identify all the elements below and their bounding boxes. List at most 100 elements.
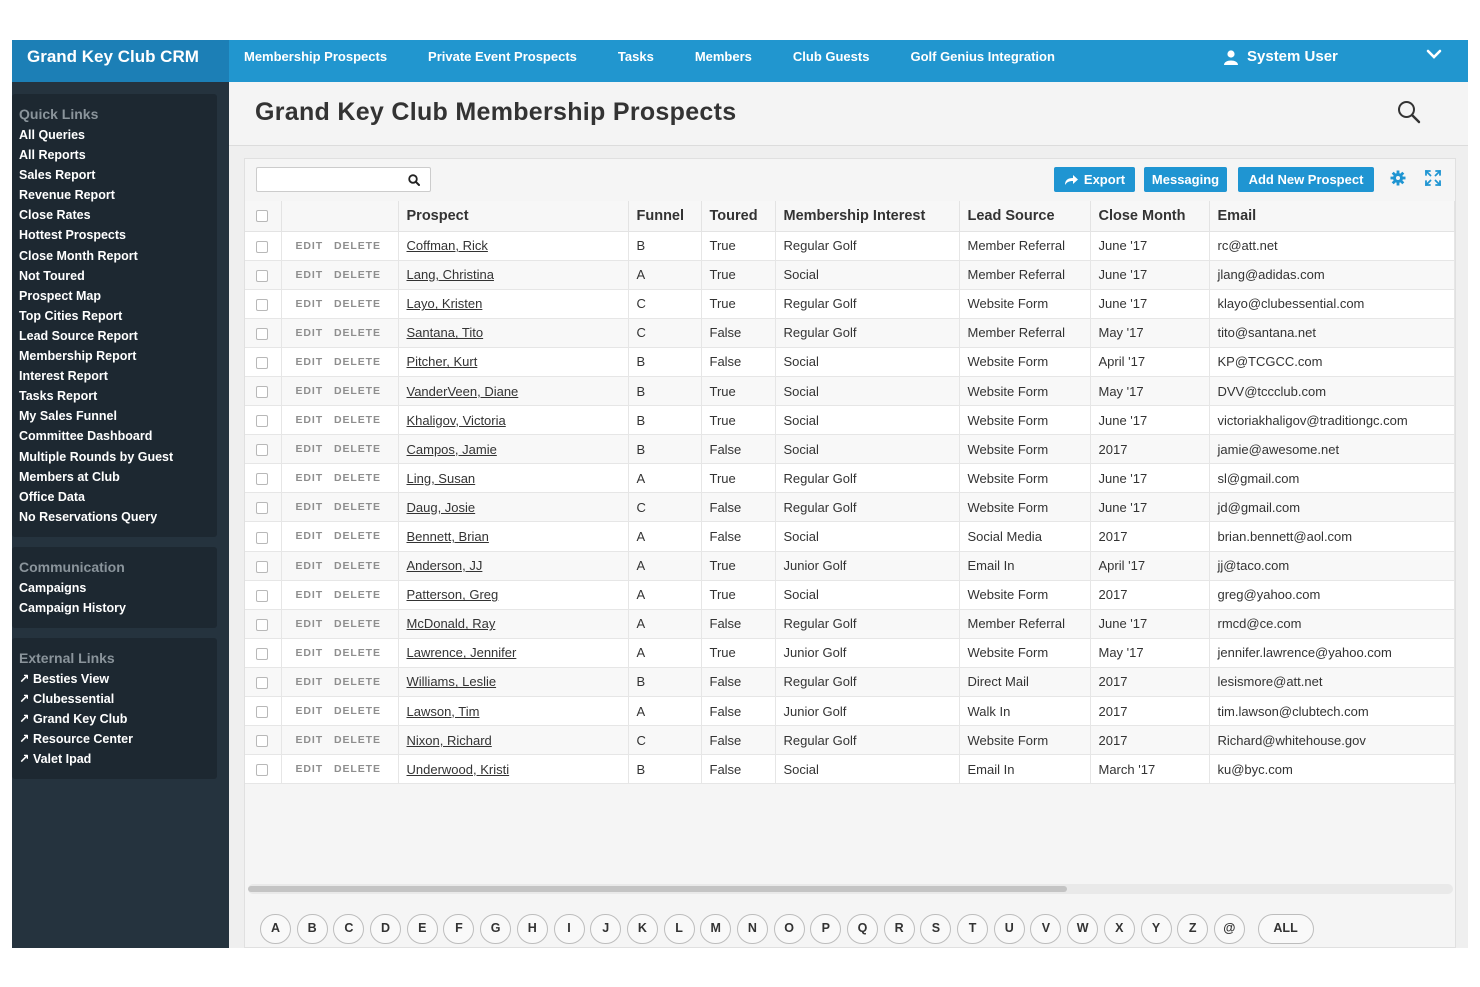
sidebar-link-lead-source-report[interactable]: Lead Source Report [19,326,217,346]
delete-link[interactable]: DELETE [334,240,381,252]
column-header-email[interactable]: Email [1209,201,1455,232]
delete-link[interactable]: DELETE [334,560,381,572]
prospect-name-link[interactable]: Underwood, Kristi [407,762,510,777]
sidebar-link-close-rates[interactable]: Close Rates [19,205,217,225]
sidebar-link-grand-key-club[interactable]: ↗ Grand Key Club [19,709,217,729]
delete-link[interactable]: DELETE [334,414,381,426]
edit-link[interactable]: EDIT [296,385,324,397]
row-checkbox[interactable] [256,444,268,457]
prospect-name-link[interactable]: VanderVeen, Diane [407,384,519,399]
nav-item-tasks[interactable]: Tasks [618,40,654,74]
edit-link[interactable]: EDIT [296,560,324,572]
row-checkbox[interactable] [256,764,268,777]
delete-link[interactable]: DELETE [334,734,381,746]
edit-link[interactable]: EDIT [296,472,324,484]
row-checkbox[interactable] [256,560,268,573]
delete-link[interactable]: DELETE [334,327,381,339]
alpha-filter-x[interactable]: X [1103,914,1135,944]
sidebar-link-multiple-rounds-by-guest[interactable]: Multiple Rounds by Guest [19,447,217,467]
alpha-filter-j[interactable]: J [590,914,622,944]
sidebar-link-besties-view[interactable]: ↗ Besties View [19,669,217,689]
alpha-filter-s[interactable]: S [920,914,952,944]
alpha-filter-y[interactable]: Y [1140,914,1172,944]
app-brand[interactable]: Grand Key Club CRM [12,40,229,82]
row-checkbox[interactable] [256,240,268,253]
edit-link[interactable]: EDIT [296,269,324,281]
delete-link[interactable]: DELETE [334,676,381,688]
messaging-button[interactable]: Messaging [1144,167,1227,192]
prospect-name-link[interactable]: Lawson, Tim [407,704,480,719]
edit-link[interactable]: EDIT [296,763,324,775]
sidebar-link-sales-report[interactable]: Sales Report [19,165,217,185]
row-checkbox[interactable] [256,735,268,748]
sidebar-link-prospect-map[interactable]: Prospect Map [19,286,217,306]
edit-link[interactable]: EDIT [296,414,324,426]
table-search-field[interactable] [256,167,431,192]
scrollbar-thumb[interactable] [248,886,1068,892]
row-checkbox[interactable] [256,589,268,602]
edit-link[interactable]: EDIT [296,443,324,455]
delete-link[interactable]: DELETE [334,269,381,281]
column-header-membership-interest[interactable]: Membership Interest [775,201,960,232]
sidebar-link-my-sales-funnel[interactable]: My Sales Funnel [19,406,217,426]
alpha-filter-r[interactable]: R [883,914,915,944]
delete-link[interactable]: DELETE [334,298,381,310]
row-checkbox[interactable] [256,531,268,544]
alpha-filter-i[interactable]: I [553,914,585,944]
chevron-down-icon[interactable] [1426,49,1442,61]
delete-link[interactable]: DELETE [334,589,381,601]
gear-icon[interactable] [1390,170,1406,186]
row-checkbox[interactable] [256,386,268,399]
delete-link[interactable]: DELETE [334,443,381,455]
sidebar-link-campaign-history[interactable]: Campaign History [19,598,217,618]
row-checkbox[interactable] [256,473,268,486]
sidebar-link-tasks-report[interactable]: Tasks Report [19,386,217,406]
alpha-filter-p[interactable]: P [810,914,842,944]
edit-link[interactable]: EDIT [296,705,324,717]
nav-item-club-guests[interactable]: Club Guests [793,40,870,74]
sidebar-link-no-reservations-query[interactable]: No Reservations Query [19,507,217,527]
prospect-name-link[interactable]: Coffman, Rick [407,238,488,253]
row-checkbox[interactable] [256,269,268,282]
sidebar-link-campaigns[interactable]: Campaigns [19,578,217,598]
delete-link[interactable]: DELETE [334,530,381,542]
alpha-filter-q[interactable]: Q [847,914,878,944]
edit-link[interactable]: EDIT [296,240,324,252]
edit-link[interactable]: EDIT [296,327,324,339]
alpha-filter-h[interactable]: H [516,914,548,944]
search-icon[interactable] [408,174,420,186]
row-checkbox[interactable] [256,502,268,515]
sidebar-link-close-month-report[interactable]: Close Month Report [19,246,217,266]
alpha-filter-d[interactable]: D [370,914,402,944]
expand-icon[interactable] [1425,170,1441,186]
sidebar-link-resource-center[interactable]: ↗ Resource Center [19,729,217,749]
edit-link[interactable]: EDIT [296,530,324,542]
delete-link[interactable]: DELETE [334,501,381,513]
table-search-input[interactable] [257,168,397,191]
prospect-name-link[interactable]: Williams, Leslie [407,674,497,689]
edit-link[interactable]: EDIT [296,618,324,630]
row-checkbox[interactable] [256,618,268,631]
nav-item-members[interactable]: Members [695,40,752,74]
edit-link[interactable]: EDIT [296,501,324,513]
row-checkbox[interactable] [256,647,268,660]
edit-link[interactable]: EDIT [296,647,324,659]
delete-link[interactable]: DELETE [334,705,381,717]
edit-link[interactable]: EDIT [296,298,324,310]
delete-link[interactable]: DELETE [334,647,381,659]
alpha-filter-o[interactable]: O [773,914,805,944]
nav-item-membership-prospects[interactable]: Membership Prospects [244,40,387,74]
row-checkbox[interactable] [256,415,268,428]
delete-link[interactable]: DELETE [334,618,381,630]
alpha-filter-k[interactable]: K [626,914,658,944]
prospect-name-link[interactable]: Lawrence, Jennifer [407,645,517,660]
row-checkbox[interactable] [256,677,268,690]
delete-link[interactable]: DELETE [334,356,381,368]
sidebar-link-committee-dashboard[interactable]: Committee Dashboard [19,426,217,446]
column-header-lead-source[interactable]: Lead Source [959,201,1091,232]
column-header-prospect[interactable]: Prospect [398,201,629,232]
sidebar-link-all-reports[interactable]: All Reports [19,145,217,165]
alpha-filter-m[interactable]: M [700,914,732,944]
prospect-name-link[interactable]: Bennett, Brian [407,529,489,544]
sidebar-link-hottest-prospects[interactable]: Hottest Prospects [19,225,217,245]
